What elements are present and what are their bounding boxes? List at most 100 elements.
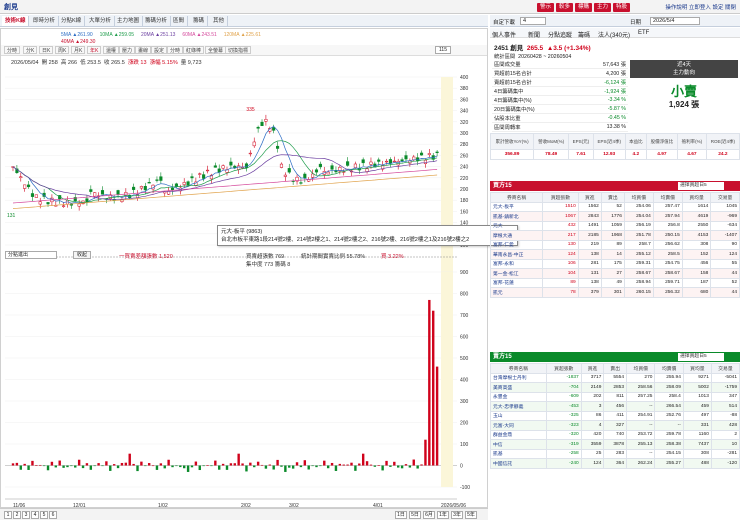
toolbar-tab-10[interactable]: 分時 bbox=[167, 46, 184, 54]
broker-row[interactable]: 元富-大同 -323 4 327 -- -- 331 428 bbox=[490, 420, 740, 431]
toolbar-tab-4[interactable]: 月K bbox=[71, 46, 86, 54]
broker-row[interactable]: 玉山 -325 86 411 254.91 252.76 497 -88 bbox=[490, 410, 740, 421]
tab-broker-k[interactable]: 分點K線 bbox=[58, 16, 86, 26]
price-chart-svg[interactable]: 400 380 360 340 320 300 280 260 240 220 200 180 160 1… bbox=[1, 67, 487, 507]
broker-row[interactable]: 凱基 -258 25 283 -- 254.15 308 -281 bbox=[490, 448, 740, 459]
range-6m[interactable]: 6月 bbox=[423, 511, 435, 519]
broker-name[interactable]: 永豐金 bbox=[490, 391, 547, 402]
broker-row[interactable]: 永豐金 -609 202 811 257.25 258.4 1013 347 bbox=[490, 391, 740, 402]
period-input[interactable]: 115 bbox=[435, 46, 451, 54]
page-5[interactable]: 5 bbox=[40, 511, 48, 519]
page-3[interactable]: 3 bbox=[22, 511, 30, 519]
broker-name[interactable]: 富邦-仁愛 bbox=[489, 239, 544, 250]
tab-technical[interactable]: 技術K線 bbox=[2, 16, 30, 26]
range-5d[interactable]: 5日 bbox=[409, 511, 421, 519]
grid-header[interactable]: 均買價 bbox=[623, 192, 654, 203]
tab-range[interactable]: 區間 bbox=[170, 16, 189, 26]
broker-name[interactable]: 華南永昌-中正 bbox=[489, 249, 544, 260]
broker-name[interactable]: 凱元 bbox=[489, 287, 544, 298]
page-1[interactable]: 1 bbox=[4, 511, 12, 519]
broker-row[interactable]: 中信 -319 3559 3878 255.13 258.38 7437 10 bbox=[490, 439, 740, 450]
right-tab-0[interactable]: 個人事件 bbox=[492, 30, 516, 39]
broker-name[interactable]: 凱基-鎮新北 bbox=[489, 211, 544, 222]
top-button-watch[interactable]: 標購 bbox=[575, 3, 593, 12]
page-2[interactable]: 2 bbox=[13, 511, 21, 519]
broker-row[interactable]: 摩根大通 217 2185 1968 251.78 250.15 4153 -1407 bbox=[489, 230, 740, 241]
grid-header[interactable]: 買進 bbox=[580, 363, 605, 374]
toolbar-tab-12[interactable]: 全螢幕 bbox=[205, 46, 227, 54]
grid-header[interactable]: 買均量 bbox=[682, 363, 712, 374]
grid-header[interactable]: 賣出 bbox=[600, 192, 625, 203]
range-3y[interactable]: 3年 bbox=[451, 511, 463, 519]
toolbar-tab-3[interactable]: 周K bbox=[55, 46, 70, 54]
grid-header[interactable]: 均賣價 bbox=[652, 192, 683, 203]
grid-header[interactable]: 均買價 bbox=[626, 363, 656, 374]
date-input[interactable]: 2026/5/4 bbox=[650, 17, 700, 25]
broker-row[interactable]: 元大-板平 1510 1562 52 254.06 257.47 1614 1045 bbox=[489, 201, 740, 212]
top-button-main[interactable]: 主力 bbox=[594, 3, 612, 12]
indicator-select[interactable]: 分點進出 bbox=[5, 251, 57, 259]
broker-row[interactable]: 美商高盛 -704 2149 2853 258.56 258.09 5002 -1759 bbox=[490, 382, 740, 393]
broker-row[interactable]: 台灣摩根士丹利 -1837 3717 5554 270 255.94 9271 -5041 bbox=[490, 372, 740, 383]
collapse-button[interactable]: 收起 bbox=[73, 251, 91, 259]
toolbar-tab-11[interactable]: 紅綠棒 bbox=[183, 46, 205, 54]
tab-chips[interactable]: 籌碼 bbox=[190, 16, 209, 26]
range-1d[interactable]: 1日 bbox=[395, 511, 407, 519]
toolbar-tab-0[interactable]: 分時 bbox=[4, 46, 21, 54]
broker-row[interactable]: 第一金-松江 104 131 27 258.67 258.67 158 44 bbox=[489, 268, 740, 279]
broker-row[interactable]: 富邦-永和 106 281 175 259.31 254.75 456 55 bbox=[489, 258, 740, 269]
broker-name[interactable]: 富邦-花蓮 bbox=[489, 277, 544, 288]
grid-header[interactable]: 買進 bbox=[577, 192, 602, 203]
broker-row[interactable]: 元大 432 1491 1059 256.19 256.8 2550 -634 bbox=[489, 220, 740, 231]
broker-name[interactable]: 富邦-永和 bbox=[489, 258, 544, 269]
grid-header[interactable]: 券商名稱 bbox=[489, 192, 544, 203]
tab-main-map[interactable]: 主力地圖 bbox=[114, 16, 144, 26]
top-button-more[interactable]: 較多 bbox=[556, 3, 574, 12]
top-button-special[interactable]: 特股 bbox=[613, 3, 631, 12]
page-6[interactable]: 6 bbox=[49, 511, 57, 519]
broker-name[interactable]: 中國信託 bbox=[490, 458, 547, 469]
grid-header[interactable]: 買超張數 bbox=[542, 192, 579, 203]
toolbar-tab-5[interactable]: 年K bbox=[87, 46, 102, 54]
buy-broker-select[interactable]: 選擇買超日5 bbox=[678, 182, 724, 190]
right-tab-2[interactable]: 分點追蹤 bbox=[548, 30, 572, 39]
range-1y[interactable]: 1年 bbox=[437, 511, 449, 519]
sell-broker-select[interactable]: 選擇買超日5 bbox=[678, 353, 724, 361]
broker-row[interactable]: 中國信託 -240 124 364 262.24 255.27 488 -120 bbox=[490, 458, 740, 469]
broker-name[interactable]: 玉山 bbox=[490, 410, 547, 421]
grid-header[interactable]: 交易量 bbox=[710, 363, 740, 374]
broker-name[interactable]: 美商高盛 bbox=[490, 382, 547, 393]
tab-other[interactable]: 其他 bbox=[210, 16, 229, 26]
page-4[interactable]: 4 bbox=[31, 511, 39, 519]
broker-row[interactable]: 元大-忠孝靜義 -453 3 456 -- 266.54 459 514 bbox=[490, 401, 740, 412]
broker-row[interactable]: 凱元 78 379 301 260.15 256.32 680 44 bbox=[489, 287, 740, 298]
right-tab-1[interactable]: 新聞 bbox=[528, 30, 540, 39]
grid-header[interactable]: 買超張數 bbox=[545, 363, 582, 374]
top-links[interactable]: 操作說明 立即登入 設定 關閉 bbox=[665, 3, 736, 11]
broker-row[interactable]: 富邦-花蓮 89 138 49 258.94 259.71 187 52 bbox=[489, 277, 740, 288]
grid-header[interactable]: 買均量 bbox=[681, 192, 712, 203]
broker-name[interactable]: 元大 bbox=[489, 220, 544, 231]
top-button-alert[interactable]: 警示 bbox=[537, 3, 555, 12]
right-tab-3[interactable]: 籌碼 bbox=[578, 30, 590, 39]
broker-row[interactable]: 凱基-鎮新北 1067 2843 1776 254.04 257.94 4619 -969 bbox=[489, 211, 740, 222]
broker-row[interactable]: 華南永昌-中正 124 138 14 255.12 258.5 152 124 bbox=[489, 249, 740, 260]
toolbar-tab-1[interactable]: 分K bbox=[23, 46, 38, 54]
broker-row[interactable]: 群益金鼎 -320 420 740 253.72 259.78 1160 2 bbox=[490, 429, 740, 440]
broker-name[interactable]: 元富-大同 bbox=[490, 420, 547, 431]
tab-realtime[interactable]: 即時分析 bbox=[30, 16, 60, 26]
stock-code-input[interactable]: 4 bbox=[520, 17, 546, 25]
right-tab-4[interactable]: 法人(340元) bbox=[598, 30, 630, 39]
tab-chip-analysis[interactable]: 籌碼分析 bbox=[142, 16, 172, 26]
toolbar-tab-2[interactable]: 日K bbox=[39, 46, 54, 54]
broker-name[interactable]: 群益金鼎 bbox=[490, 429, 547, 440]
grid-header[interactable]: 交易量 bbox=[710, 192, 740, 203]
broker-name[interactable]: 凱基 bbox=[490, 448, 547, 459]
broker-name[interactable]: 元大-板平 bbox=[489, 201, 544, 212]
broker-name[interactable]: 台灣摩根士丹利 bbox=[490, 372, 547, 383]
broker-name[interactable]: 元大-忠孝靜義 bbox=[490, 401, 547, 412]
toolbar-tab-7[interactable]: 壓力 bbox=[119, 46, 136, 54]
toolbar-tab-13[interactable]: 切換指標 bbox=[225, 46, 252, 54]
grid-header[interactable]: 賣出 bbox=[603, 363, 628, 374]
range-5y[interactable]: 5年 bbox=[465, 511, 477, 519]
